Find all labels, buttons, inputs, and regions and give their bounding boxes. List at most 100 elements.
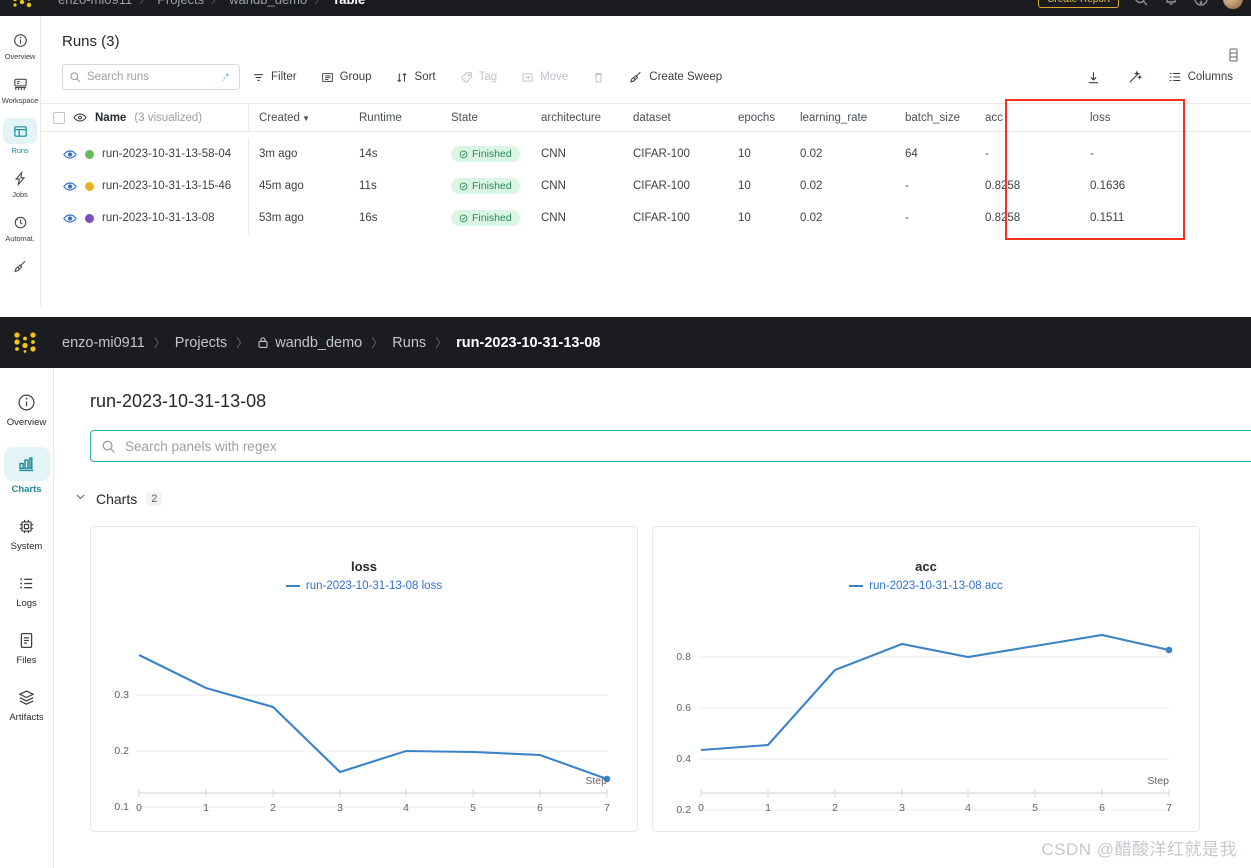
lock-icon: [257, 336, 269, 349]
breadcrumb-projects[interactable]: Projects: [157, 0, 204, 7]
table-row[interactable]: run-2023-10-31-13-08 53m ago 16s Finishe…: [41, 202, 1251, 234]
chart-panel-loss[interactable]: loss run-2023-10-31-13-08 loss 0.3 0.2 0…: [90, 526, 638, 832]
select-all-checkbox[interactable]: [53, 111, 65, 124]
run-nav-rail: Overview Charts System Logs Files Artifa…: [0, 368, 54, 868]
eye-icon[interactable]: [63, 213, 77, 224]
create-report-button[interactable]: Create Report: [1038, 0, 1119, 8]
sidebar-item-artifacts[interactable]: Artifacts: [2, 685, 52, 723]
run-color-dot: [85, 213, 94, 223]
svg-text:1: 1: [203, 802, 209, 814]
breadcrumb-project[interactable]: wandb_demo: [275, 335, 362, 351]
status-badge: Finished: [451, 146, 520, 162]
status-badge-label: Finished: [472, 180, 512, 192]
search-icon[interactable]: [1133, 0, 1149, 7]
help-circle-icon[interactable]: [1193, 0, 1209, 7]
search-icon: [102, 440, 115, 453]
run-name[interactable]: run-2023-10-31-13-08: [102, 212, 215, 224]
eye-icon[interactable]: [73, 112, 87, 123]
check-circle-icon: [459, 150, 468, 158]
cell-dataset: CIFAR-100: [633, 212, 690, 224]
sidebar-item-jobs[interactable]: Jobs: [1, 168, 39, 199]
sidebar-item-runs[interactable]: Runs: [1, 118, 39, 155]
chevron-down-icon[interactable]: [74, 490, 87, 508]
topbar-actions: Create Report: [1038, 0, 1251, 9]
download-button[interactable]: [1074, 64, 1113, 90]
sidebar-item-files[interactable]: Files: [2, 628, 52, 666]
sidebar-item-sweeps[interactable]: [1, 256, 39, 276]
column-header-learning-rate[interactable]: learning_rate: [790, 112, 895, 124]
avatar[interactable]: [1223, 0, 1243, 9]
search-icon: [70, 72, 81, 83]
app-root: enzo-mi0911 〉 Projects 〉 wandb_demo 〉 Ta…: [0, 0, 1251, 868]
magic-button[interactable]: [1115, 64, 1154, 90]
bell-icon[interactable]: [1163, 0, 1179, 7]
filter-label: Filter: [271, 71, 297, 83]
breadcrumb-entity[interactable]: enzo-mi0911: [62, 335, 145, 351]
create-sweep-button[interactable]: Create Sweep: [617, 64, 734, 90]
run-name[interactable]: run-2023-10-31-13-15-46: [102, 180, 231, 192]
sidebar-item-logs[interactable]: Logs: [2, 571, 52, 609]
sidebar-item-overview[interactable]: Overview: [1, 30, 39, 61]
sidebar-item-system[interactable]: System: [2, 514, 52, 552]
search-runs-placeholder: Search runs: [87, 71, 150, 83]
wandb-logo-icon[interactable]: [10, 0, 36, 9]
sidebar-item-workspace[interactable]: Workspace: [1, 74, 39, 105]
column-header-created[interactable]: Created ▼: [249, 112, 349, 124]
column-header-created-label: Created: [259, 111, 300, 124]
svg-text:0.3: 0.3: [114, 689, 129, 701]
trash-icon: [595, 72, 603, 82]
search-panels-input[interactable]: Search panels with regex: [90, 430, 1251, 462]
group-icon: [321, 72, 333, 82]
magic-wand-icon[interactable]: [220, 71, 233, 84]
run-name[interactable]: run-2023-10-31-13-58-04: [102, 148, 231, 160]
columns-button[interactable]: Columns: [1156, 64, 1245, 90]
svg-text:6: 6: [537, 802, 543, 814]
sidebar-item-automations[interactable]: Automat.: [1, 212, 39, 243]
column-header-dataset[interactable]: dataset: [623, 112, 728, 124]
breadcrumb-project[interactable]: wandb_demo: [229, 0, 307, 7]
breadcrumb: enzo-mi0911 〉 Projects 〉 wandb_demo 〉 Ta…: [58, 0, 365, 7]
column-header-acc[interactable]: acc: [975, 112, 1080, 124]
column-header-name[interactable]: Name (3 visualized): [41, 104, 249, 131]
check-circle-icon: [459, 214, 468, 222]
charts-section-header[interactable]: Charts 2: [74, 490, 1251, 508]
group-button[interactable]: Group: [309, 64, 384, 90]
sidebar-item-label: Files: [16, 655, 37, 666]
column-header-architecture[interactable]: architecture: [531, 112, 623, 124]
sort-label: Sort: [414, 71, 436, 83]
column-header-state[interactable]: State: [441, 112, 531, 124]
sort-button[interactable]: Sort: [384, 64, 448, 90]
breadcrumb-runs[interactable]: Runs: [392, 335, 426, 351]
cell-state: Finished: [441, 210, 531, 226]
breadcrumb-sep-icon: 〉: [371, 336, 384, 350]
breadcrumb-projects[interactable]: Projects: [175, 335, 227, 351]
broom-icon: [10, 256, 30, 276]
table-row[interactable]: run-2023-10-31-13-58-04 3m ago 14s Finis…: [41, 138, 1251, 170]
cell-loss: 0.1511: [1090, 212, 1125, 224]
cell-runtime: 14s: [359, 148, 378, 160]
column-header-loss[interactable]: loss: [1080, 112, 1185, 124]
runs-toolbar: Search runs Filter Group Sort Tag Move C…: [41, 50, 1251, 90]
filter-button[interactable]: Filter: [240, 64, 309, 90]
cell-epochs: 10: [738, 212, 751, 224]
column-header-runtime[interactable]: Runtime: [349, 112, 441, 124]
sidebar-item-charts[interactable]: Charts: [2, 447, 52, 495]
breadcrumb-entity[interactable]: enzo-mi0911: [58, 0, 132, 7]
charts-section-label: Charts: [96, 491, 138, 507]
wandb-logo-icon[interactable]: [12, 330, 40, 356]
eye-icon[interactable]: [63, 181, 77, 192]
check-circle-icon: [459, 182, 468, 190]
cell-created: 45m ago: [259, 180, 304, 192]
column-header-epochs[interactable]: epochs: [728, 112, 790, 124]
search-runs-input[interactable]: Search runs: [62, 64, 240, 90]
sidebar-item-overview[interactable]: Overview: [2, 390, 52, 428]
table-row[interactable]: run-2023-10-31-13-15-46 45m ago 11s Fini…: [41, 170, 1251, 202]
sidebar-item-label: Overview: [6, 417, 47, 428]
svg-text:4: 4: [965, 802, 971, 814]
runs-table: Name (3 visualized) Created ▼ Runtime St…: [41, 103, 1251, 234]
chart-title: acc: [915, 559, 937, 574]
status-badge: Finished: [451, 210, 520, 226]
eye-icon[interactable]: [63, 149, 77, 160]
column-header-batch-size[interactable]: batch_size: [895, 112, 975, 124]
chart-panel-acc[interactable]: acc run-2023-10-31-13-08 acc 0.8 0.6 0.4…: [652, 526, 1200, 832]
